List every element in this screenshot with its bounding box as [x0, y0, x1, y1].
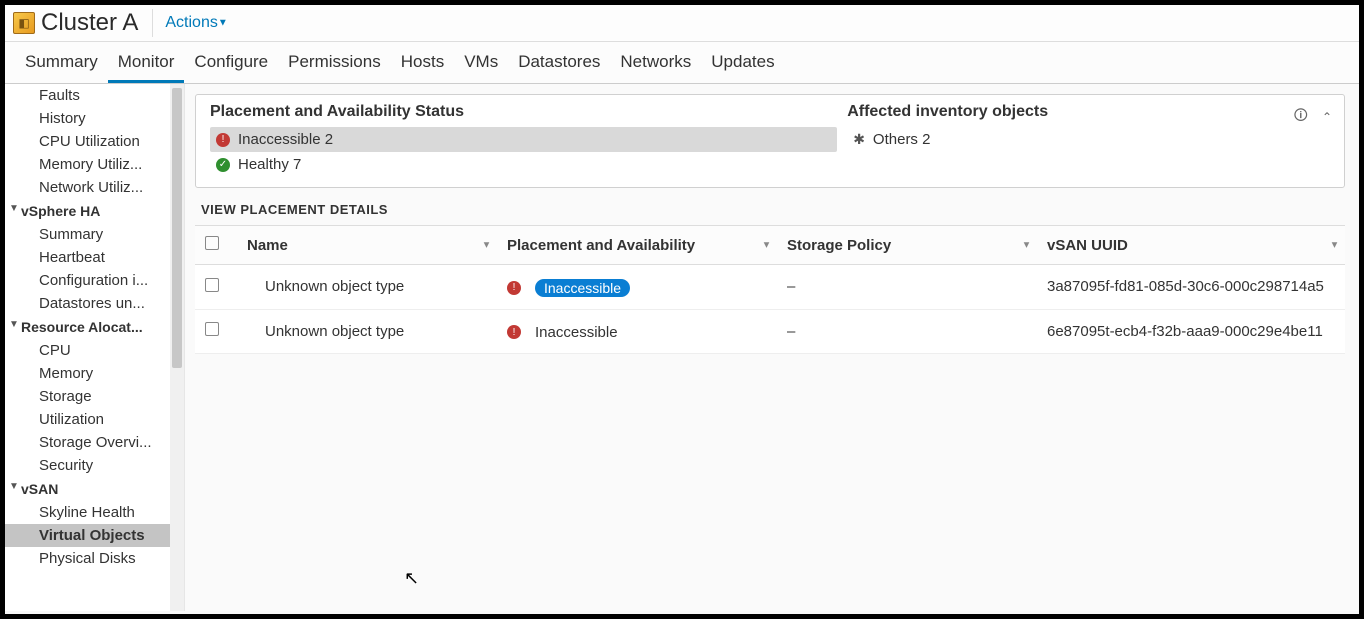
- actions-label: Actions: [165, 14, 217, 31]
- status-pill: Inaccessible: [535, 279, 630, 297]
- sidebar-item-memory-utilization[interactable]: Memory Utiliz...: [5, 153, 184, 176]
- sidebar-scrollbar[interactable]: ▲: [170, 84, 184, 611]
- tab-networks[interactable]: Networks: [610, 42, 701, 83]
- row-checkbox[interactable]: [205, 322, 219, 336]
- sidebar-group-label: Resource Alocat...: [21, 319, 143, 335]
- filter-icon[interactable]: ▾: [484, 240, 489, 251]
- check-icon: ✓: [216, 158, 230, 172]
- panel-title-placement: Placement and Availability Status: [210, 103, 837, 121]
- error-icon: !: [507, 281, 521, 295]
- tab-updates[interactable]: Updates: [701, 42, 784, 83]
- sidebar-item-utilization[interactable]: Utilization: [5, 408, 184, 431]
- scroll-thumb[interactable]: [172, 88, 182, 368]
- sidebar-item-virtual-objects[interactable]: Virtual Objects: [5, 524, 184, 547]
- select-all-checkbox[interactable]: [205, 236, 219, 250]
- column-label: Placement and Availability: [507, 237, 695, 254]
- placement-table: Name ▾ Placement and Availability ▾ Storag…: [195, 225, 1345, 354]
- table-row[interactable]: Unknown object type ! Inaccessible – 6e8…: [195, 309, 1345, 353]
- sidebar-item-cpu-utilization[interactable]: CPU Utilization: [5, 130, 184, 153]
- cell-name: Unknown object type: [237, 265, 497, 310]
- status-row-inaccessible[interactable]: ! Inaccessible 2: [210, 127, 837, 152]
- affected-label: Others 2: [873, 131, 931, 148]
- filter-icon[interactable]: ▾: [1332, 240, 1337, 251]
- sidebar-item-skyline-health[interactable]: Skyline Health: [5, 501, 184, 524]
- tab-bar: Summary Monitor Configure Permissions Ho…: [5, 42, 1359, 84]
- tab-monitor[interactable]: Monitor: [108, 42, 185, 83]
- status-label: Inaccessible 2: [238, 131, 333, 148]
- sidebar-item-security[interactable]: Security: [5, 454, 184, 477]
- column-label: Name: [247, 237, 288, 254]
- cluster-icon: ◧: [13, 12, 35, 34]
- sidebar-group-label: vSphere HA: [21, 203, 100, 219]
- tab-permissions[interactable]: Permissions: [278, 42, 391, 83]
- asterisk-icon: ✱: [853, 131, 865, 148]
- affected-row-others[interactable]: ✱ Others 2: [847, 127, 1330, 152]
- column-header-policy[interactable]: Storage Policy ▾: [777, 226, 1037, 265]
- sidebar-group-vsan[interactable]: ▼ vSAN: [5, 477, 184, 501]
- chevron-down-icon: ▼: [218, 17, 228, 28]
- tab-configure[interactable]: Configure: [184, 42, 278, 83]
- column-label: Storage Policy: [787, 237, 891, 254]
- section-heading: VIEW PLACEMENT DETAILS: [195, 188, 1345, 225]
- tab-hosts[interactable]: Hosts: [391, 42, 454, 83]
- sidebar-group-vsphere-ha[interactable]: ▼ vSphere HA: [5, 199, 184, 223]
- cell-name: Unknown object type: [237, 309, 497, 353]
- sidebar-item-physical-disks[interactable]: Physical Disks: [5, 547, 184, 570]
- sidebar-item-ha-summary[interactable]: Summary: [5, 223, 184, 246]
- filter-icon[interactable]: ▾: [1024, 240, 1029, 251]
- error-icon: !: [507, 325, 521, 339]
- sidebar-item-heartbeat[interactable]: Heartbeat: [5, 246, 184, 269]
- chevron-down-icon: ▼: [9, 319, 19, 330]
- column-label: vSAN UUID: [1047, 237, 1128, 254]
- tab-summary[interactable]: Summary: [15, 42, 108, 83]
- filter-icon[interactable]: ▾: [764, 240, 769, 251]
- sidebar: Faults History CPU Utilization Memory Ut…: [5, 84, 184, 611]
- error-icon: !: [216, 133, 230, 147]
- sidebar-item-cpu[interactable]: CPU: [5, 339, 184, 362]
- sidebar-item-storage-overview[interactable]: Storage Overvi...: [5, 431, 184, 454]
- sidebar-item-storage[interactable]: Storage: [5, 385, 184, 408]
- column-header-placement[interactable]: Placement and Availability ▾: [497, 226, 777, 265]
- sidebar-item-memory[interactable]: Memory: [5, 362, 184, 385]
- panel-title-affected: Affected inventory objects: [847, 103, 1330, 121]
- cell-uuid: 6e87095t-ecb4-f32b-aaa9-000c29e4be11: [1037, 309, 1345, 353]
- column-header-name[interactable]: Name ▾: [237, 226, 497, 265]
- page-title: Cluster A: [41, 9, 153, 37]
- sidebar-item-history[interactable]: History: [5, 107, 184, 130]
- row-checkbox[interactable]: [205, 278, 219, 292]
- info-icon[interactable]: 🛈: [1294, 105, 1308, 129]
- status-label: Healthy 7: [238, 156, 301, 173]
- status-row-healthy[interactable]: ✓ Healthy 7: [210, 152, 837, 177]
- actions-menu[interactable]: Actions▼: [165, 14, 227, 32]
- table-row[interactable]: Unknown object type ! Inaccessible – 3a8…: [195, 265, 1345, 310]
- tab-vms[interactable]: VMs: [454, 42, 508, 83]
- status-text: Inaccessible: [535, 324, 618, 341]
- cell-policy: –: [777, 309, 1037, 353]
- cell-policy: –: [777, 265, 1037, 310]
- status-panel: 🛈 ⌃ Placement and Availability Status ! …: [195, 94, 1345, 188]
- sidebar-group-label: vSAN: [21, 481, 58, 497]
- sidebar-item-faults[interactable]: Faults: [5, 84, 184, 107]
- sidebar-item-network-utilization[interactable]: Network Utiliz...: [5, 176, 184, 199]
- column-header-uuid[interactable]: vSAN UUID ▾: [1037, 226, 1345, 265]
- chevron-down-icon: ▼: [9, 203, 19, 214]
- collapse-icon[interactable]: ⌃: [1322, 110, 1332, 124]
- cell-uuid: 3a87095f-fd81-085d-30c6-000c298714a5: [1037, 265, 1345, 310]
- tab-datastores[interactable]: Datastores: [508, 42, 610, 83]
- chevron-down-icon: ▼: [9, 481, 19, 492]
- sidebar-item-datastores-under-apd[interactable]: Datastores un...: [5, 292, 184, 315]
- sidebar-group-resource-allocation[interactable]: ▼ Resource Alocat...: [5, 315, 184, 339]
- sidebar-item-configuration-issues[interactable]: Configuration i...: [5, 269, 184, 292]
